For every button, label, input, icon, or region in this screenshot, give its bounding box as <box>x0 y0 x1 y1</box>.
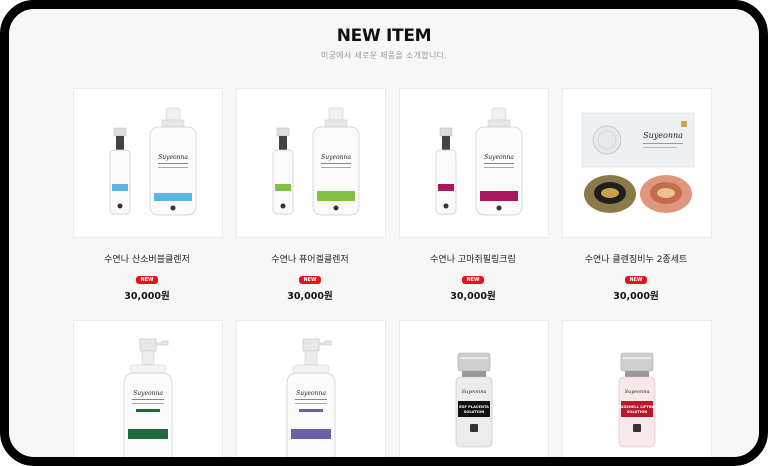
new-badge: NEW <box>136 276 158 284</box>
vial-label: EGF PLACENTA <box>459 405 489 409</box>
product-name[interactable]: 수연나 퓨어겔클렌저 <box>236 254 384 266</box>
svg-text:Suyeonna: Suyeonna <box>462 389 487 395</box>
product-name[interactable]: 수연나 고마쥐필링크림 <box>399 254 547 266</box>
product-price: 30,000원 <box>613 291 659 302</box>
product-info-2: 수연나 퓨어겔클렌저 NEW 30,000원 <box>236 254 384 302</box>
product-image-6[interactable]: Suyeonna <box>236 320 386 457</box>
product-image-7[interactable]: Suyeonna EGF PLACENTA SOLUTION <box>399 320 549 457</box>
svg-text:Suyeonna: Suyeonna <box>484 154 514 161</box>
svg-text:Suyeonna: Suyeonna <box>625 389 650 395</box>
product-info-4: 수연나 클렌징비누 2종세트 NEW 30,000원 <box>562 254 710 302</box>
product-image-4[interactable]: Suyeonna <box>562 88 712 238</box>
product-price: 30,000원 <box>287 291 333 302</box>
svg-text:Suyeonna: Suyeonna <box>158 154 188 161</box>
window-frame: NEW ITEM 미궁에서 새로운 제품을 소개합니다. Suyeonna 수연… <box>0 0 768 466</box>
svg-text:Suyeonna: Suyeonna <box>643 131 683 140</box>
svg-text:Suyeonna: Suyeonna <box>321 154 351 161</box>
section-subtitle: 미궁에서 새로운 제품을 소개합니다. <box>320 51 448 60</box>
section-title: NEW ITEM <box>336 26 432 46</box>
product-image-5[interactable]: Suyeonna <box>73 320 223 457</box>
product-name[interactable]: 수연나 산소버블클렌저 <box>73 254 221 266</box>
product-image-1[interactable]: Suyeonna <box>73 88 223 238</box>
new-badge: NEW <box>299 276 321 284</box>
svg-text:Suyeonna: Suyeonna <box>296 390 326 397</box>
svg-text:SOLUTION: SOLUTION <box>627 410 648 414</box>
product-price: 30,000원 <box>450 291 496 302</box>
new-badge: NEW <box>462 276 484 284</box>
product-name[interactable]: 수연나 클렌징비누 2종세트 <box>562 254 710 266</box>
product-price: 30,000원 <box>124 291 170 302</box>
product-info-1: 수연나 산소버블클렌저 NEW 30,000원 <box>73 254 221 302</box>
product-image-3[interactable]: Suyeonna <box>399 88 549 238</box>
vial-label: EGGSHELL LIFTING <box>618 405 656 409</box>
product-image-2[interactable]: Suyeonna <box>236 88 386 238</box>
svg-text:SOLUTION: SOLUTION <box>464 410 485 414</box>
product-image-8[interactable]: Suyeonna EGGSHELL LIFTING SOLUTION <box>562 320 712 457</box>
svg-text:Suyeonna: Suyeonna <box>133 390 163 397</box>
product-info-3: 수연나 고마쥐필링크림 NEW 30,000원 <box>399 254 547 302</box>
new-badge: NEW <box>625 276 647 284</box>
